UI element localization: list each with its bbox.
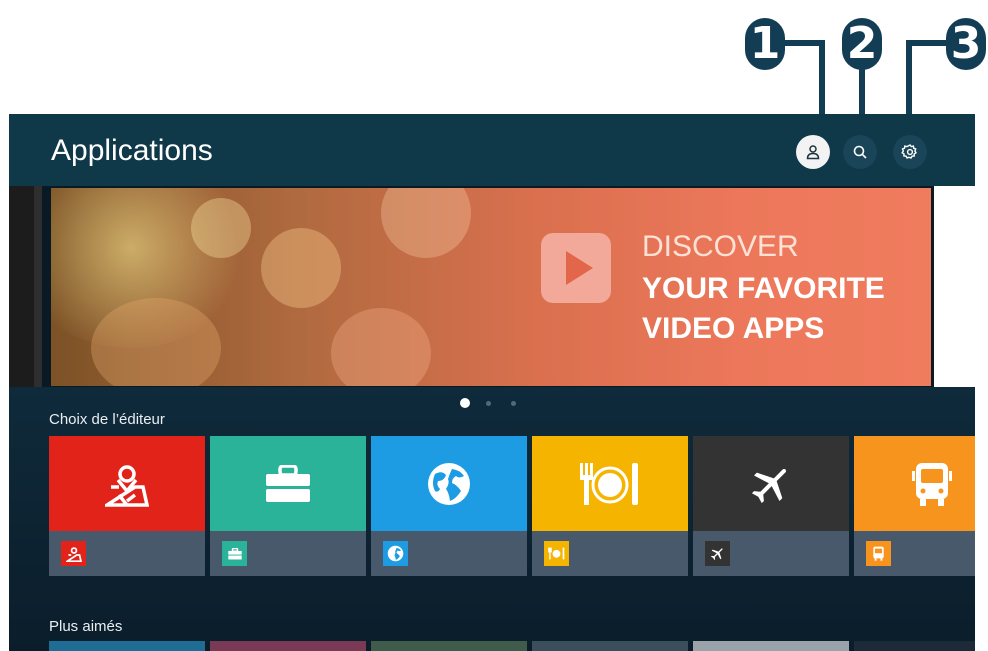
settings-button[interactable] [893,135,927,169]
app-tile[interactable] [854,436,975,576]
app-tile[interactable] [532,436,688,576]
carousel-prev-peek[interactable] [9,186,42,387]
app-tile[interactable] [210,436,366,576]
callout-number-1: 1 [745,18,785,70]
app-tile[interactable] [854,641,975,651]
header-bar: Applications [9,114,975,186]
callout-number-2: 2 [842,18,882,70]
app-tile[interactable] [210,641,366,651]
app-tile[interactable] [693,641,849,651]
banner-line-2: YOUR FAVORITE [642,272,885,305]
banner-line-3: VIDEO APPS [642,312,825,345]
airplane-icon [751,468,786,503]
bus-icon [873,546,884,561]
app-tile[interactable] [693,436,849,576]
callout-2: 2 [842,18,886,128]
restaurant-icon [548,547,565,560]
profile-button[interactable] [796,135,830,169]
callout-3: 3 [906,18,988,128]
carousel-next-peek[interactable] [934,186,975,387]
app-tile[interactable] [49,436,205,576]
section-title-most-liked: Plus aimés [49,618,123,635]
banner-line-1: DISCOVER [642,230,799,263]
callout-number-3: 3 [946,18,986,70]
globe-icon [387,545,404,562]
tv-screen: Applications DISCOVER YOUR FAVORITE VIDE… [9,114,975,651]
map-pin-icon [65,546,82,562]
search-icon [853,145,867,159]
map-pin-icon [105,464,149,507]
app-tile[interactable] [532,641,688,651]
globe-icon [428,462,470,505]
callout-1: 1 [745,18,825,128]
page-dot[interactable] [486,401,491,406]
app-tile[interactable] [49,641,205,651]
app-tile[interactable] [371,641,527,651]
section-title-editors-choice: Choix de l’éditeur [49,411,165,428]
settings-icon [901,144,917,159]
page-dot[interactable] [511,401,516,406]
search-button[interactable] [843,135,877,169]
page-dot-active[interactable] [460,398,470,408]
profile-icon [806,145,820,160]
briefcase-icon [227,547,242,559]
restaurant-icon [580,462,638,505]
briefcase-icon [266,464,310,502]
bus-icon [912,462,952,506]
page-title: Applications [51,134,213,167]
airplane-icon [710,548,723,561]
app-tile[interactable] [371,436,527,576]
promo-banner[interactable]: DISCOVER YOUR FAVORITE VIDEO APPS [51,188,931,386]
